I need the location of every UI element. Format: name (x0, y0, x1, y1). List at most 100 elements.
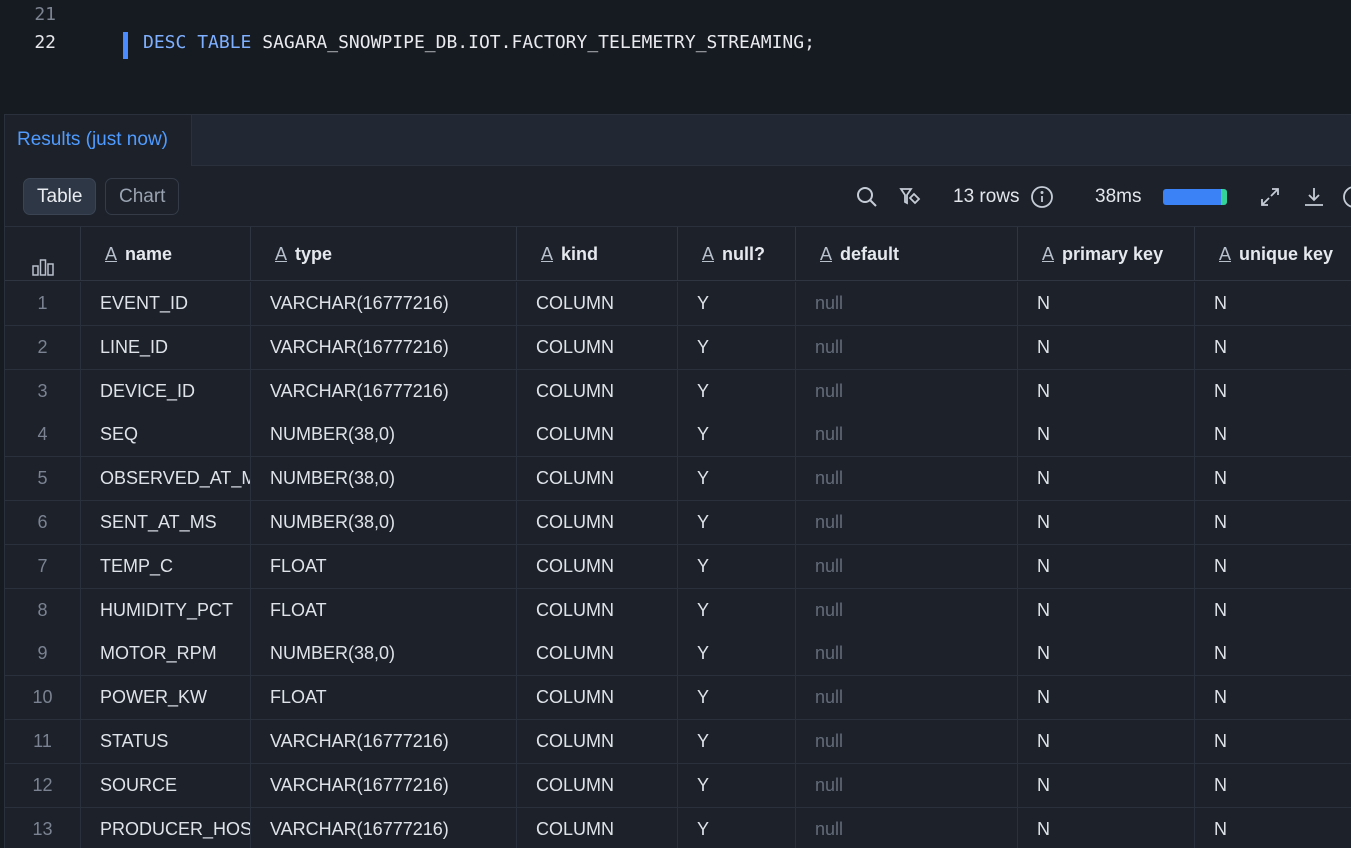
table-row[interactable]: 6 SENT_AT_MS NUMBER(38,0) COLUMN Ynull N N (5, 501, 1351, 545)
cell-default[interactable]: null (796, 807, 1018, 848)
cell-unique-key[interactable]: N (1195, 457, 1351, 501)
cell-default[interactable]: null (796, 457, 1018, 502)
row-index[interactable]: 5 (5, 457, 81, 502)
row-index[interactable]: 7 (5, 544, 81, 589)
cell-name[interactable]: PRODUCER_HOS (81, 807, 251, 848)
column-header-unique-key[interactable]: Aunique key (1195, 227, 1351, 281)
cell-type[interactable]: VARCHAR(16777216) (251, 720, 517, 764)
column-header-default[interactable]: Adefault (796, 227, 1018, 281)
cell-nullable[interactable]: Y (678, 369, 796, 414)
cell-name[interactable]: SOURCE (81, 763, 251, 808)
cell-type[interactable]: VARCHAR(16777216) (251, 763, 517, 808)
cell-default[interactable]: null (796, 369, 1018, 414)
cell-nullable[interactable]: Y (678, 588, 796, 633)
cell-primary-key[interactable]: N (1018, 457, 1195, 502)
column-header-primary-key[interactable]: Aprimary key (1018, 227, 1195, 281)
cell-name[interactable]: SEQ (81, 413, 251, 458)
cell-unique-key[interactable]: N (1195, 632, 1351, 676)
cell-name[interactable]: POWER_KW (81, 676, 251, 721)
cell-nullable[interactable]: Y (678, 632, 796, 677)
cell-unique-key[interactable]: N (1195, 370, 1351, 414)
cell-kind[interactable]: COLUMN (517, 413, 678, 458)
cell-name[interactable]: MOTOR_RPM (81, 632, 251, 677)
table-row[interactable]: 1 EVENT_ID VARCHAR(16777216) COLUMN Ynull N N (5, 282, 1351, 326)
cell-type[interactable]: FLOAT (251, 588, 517, 633)
cell-kind[interactable]: COLUMN (517, 720, 678, 764)
cell-type[interactable]: NUMBER(38,0) (251, 413, 517, 458)
cell-primary-key[interactable]: N (1018, 282, 1195, 326)
table-row[interactable]: 3 DEVICE_ID VARCHAR(16777216) COLUMN Ynull N N (5, 369, 1351, 414)
cell-kind[interactable]: COLUMN (517, 282, 678, 326)
cell-kind[interactable]: COLUMN (517, 369, 678, 414)
row-index[interactable]: 4 (5, 413, 81, 458)
row-index[interactable]: 9 (5, 632, 81, 677)
row-index[interactable]: 10 (5, 676, 81, 721)
table-row[interactable]: 9 MOTOR_RPM NUMBER(38,0) COLUMN Ynull N N (5, 632, 1351, 677)
table-row[interactable]: 11 STATUS VARCHAR(16777216) COLUMN Ynull N N (5, 720, 1351, 764)
code-line-21[interactable]: 21 (0, 1, 1351, 29)
cell-kind[interactable]: COLUMN (517, 807, 678, 848)
cell-default[interactable]: null (796, 763, 1018, 808)
cell-kind[interactable]: COLUMN (517, 763, 678, 808)
cell-primary-key[interactable]: N (1018, 413, 1195, 458)
table-row[interactable]: 7 TEMP_C FLOAT COLUMN Ynull N N (5, 544, 1351, 589)
cell-unique-key[interactable]: N (1195, 676, 1351, 720)
column-header-kind[interactable]: Akind (517, 227, 678, 281)
cell-unique-key[interactable]: N (1195, 282, 1351, 326)
row-index[interactable]: 2 (5, 325, 81, 370)
code-line-22[interactable]: 22 DESC TABLE SAGARA_SNOWPIPE_DB.IOT.FAC… (0, 29, 1351, 59)
tab-results[interactable]: Results (just now) (5, 115, 192, 166)
cell-unique-key[interactable]: N (1195, 764, 1351, 808)
cell-nullable[interactable]: Y (678, 676, 796, 721)
cell-primary-key[interactable]: N (1018, 544, 1195, 589)
more-icon[interactable] (1342, 185, 1351, 209)
cell-name[interactable]: SENT_AT_MS (81, 501, 251, 545)
table-row[interactable]: 5 OBSERVED_AT_M NUMBER(38,0) COLUMN Ynull N N (5, 457, 1351, 502)
cell-primary-key[interactable]: N (1018, 763, 1195, 808)
cell-type[interactable]: NUMBER(38,0) (251, 632, 517, 677)
cell-unique-key[interactable]: N (1195, 720, 1351, 764)
table-row[interactable]: 8 HUMIDITY_PCT FLOAT COLUMN Ynull N N (5, 588, 1351, 633)
info-icon[interactable] (1030, 185, 1054, 209)
table-view-button[interactable]: Table (23, 178, 97, 215)
cell-primary-key[interactable]: N (1018, 588, 1195, 633)
cell-name[interactable]: OBSERVED_AT_M (81, 457, 251, 502)
cell-name[interactable]: LINE_ID (81, 325, 251, 370)
cell-primary-key[interactable]: N (1018, 676, 1195, 721)
cell-kind[interactable]: COLUMN (517, 676, 678, 721)
cell-kind[interactable]: COLUMN (517, 457, 678, 502)
row-index[interactable]: 3 (5, 369, 81, 414)
cell-primary-key[interactable]: N (1018, 720, 1195, 764)
cell-default[interactable]: null (796, 588, 1018, 633)
search-icon[interactable] (855, 185, 879, 209)
cell-type[interactable]: VARCHAR(16777216) (251, 282, 517, 326)
cell-type[interactable]: FLOAT (251, 544, 517, 589)
cell-kind[interactable]: COLUMN (517, 544, 678, 589)
cell-primary-key[interactable]: N (1018, 369, 1195, 414)
cell-default[interactable]: null (796, 720, 1018, 764)
cell-name[interactable]: EVENT_ID (81, 282, 251, 326)
expand-icon[interactable] (1258, 185, 1282, 209)
row-index[interactable]: 8 (5, 588, 81, 633)
cell-default[interactable]: null (796, 632, 1018, 677)
row-index[interactable]: 11 (5, 720, 81, 764)
cell-default[interactable]: null (796, 325, 1018, 370)
cell-nullable[interactable]: Y (678, 282, 796, 326)
cell-unique-key[interactable]: N (1195, 545, 1351, 589)
download-icon[interactable] (1302, 185, 1326, 209)
cell-name[interactable]: TEMP_C (81, 544, 251, 589)
cell-kind[interactable]: COLUMN (517, 588, 678, 633)
cell-nullable[interactable]: Y (678, 807, 796, 848)
cell-name[interactable]: DEVICE_ID (81, 369, 251, 414)
cell-default[interactable]: null (796, 413, 1018, 458)
cell-nullable[interactable]: Y (678, 544, 796, 589)
row-index[interactable]: 6 (5, 501, 81, 545)
cell-kind[interactable]: COLUMN (517, 632, 678, 677)
row-index[interactable]: 1 (5, 282, 81, 326)
cell-type[interactable]: NUMBER(38,0) (251, 457, 517, 502)
cell-unique-key[interactable]: N (1195, 413, 1351, 457)
cell-type[interactable]: VARCHAR(16777216) (251, 807, 517, 848)
sql-statement[interactable]: DESC TABLE SAGARA_SNOWPIPE_DB.IOT.FACTOR… (143, 29, 815, 57)
cell-type[interactable]: VARCHAR(16777216) (251, 325, 517, 370)
cell-nullable[interactable]: Y (678, 457, 796, 502)
